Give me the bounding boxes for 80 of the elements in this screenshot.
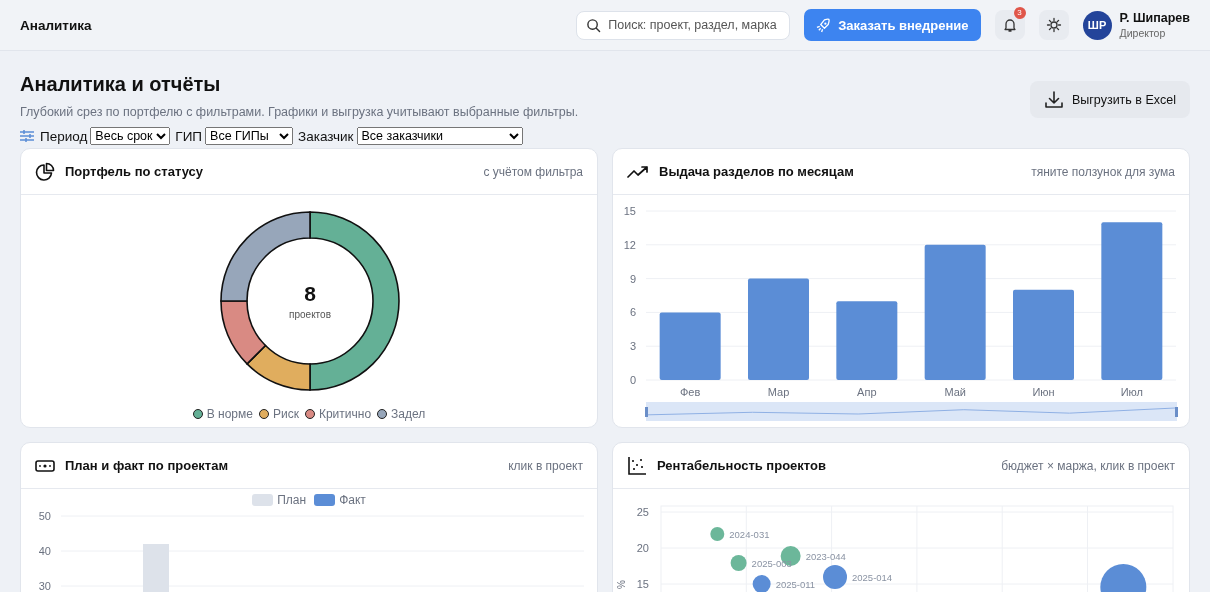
y-axis-title: % (616, 580, 627, 589)
search-icon (586, 17, 602, 33)
export-button[interactable]: Выгрузить в Excel (1029, 81, 1190, 118)
card-hint: тяните ползунок для зума (1031, 164, 1175, 179)
filter-label: Заказчик (298, 128, 354, 144)
legend-label[interactable]: Критично (318, 407, 372, 421)
legend-label[interactable]: Задел (391, 407, 426, 421)
bell-icon (1001, 17, 1018, 33)
bubble-label: 2024-031 (729, 529, 770, 540)
filter-select[interactable]: Все ГИПы (205, 127, 294, 145)
bubble-label: 2025-011 (775, 579, 816, 590)
rocket-icon (816, 17, 832, 33)
x-axis-label: Май (944, 386, 966, 398)
filter-select[interactable]: Весь срок (90, 127, 171, 145)
bubble[interactable] (752, 575, 771, 592)
y-axis-label: 15 (636, 578, 649, 590)
chart-bar[interactable] (836, 301, 898, 380)
app-title: Аналитика (20, 17, 92, 33)
sun-icon (1045, 17, 1062, 33)
donut-segment[interactable] (246, 344, 311, 391)
card-hint: бюджет × маржа, клик в проект (1001, 458, 1175, 473)
bubble-label: 2025-003 (751, 558, 792, 569)
x-axis-label: Июл (1120, 386, 1143, 398)
search-field[interactable]: Поиск: проект, раздел, марка (576, 10, 791, 40)
y-axis-label: 3 (629, 340, 636, 353)
donut-total: 8 (304, 282, 316, 305)
donut-caption: проектов (289, 309, 331, 320)
bubble[interactable] (1100, 564, 1147, 592)
x-axis-label: Июн (1032, 386, 1055, 398)
pie-chart-icon (35, 161, 55, 182)
y-axis-label: 15 (623, 205, 636, 217)
user-avatar[interactable]: ШР (1082, 10, 1112, 40)
donut-segment[interactable] (220, 300, 267, 365)
filter-sliders-icon (20, 130, 34, 142)
download-icon (1043, 89, 1064, 110)
bubble[interactable] (823, 565, 847, 589)
y-axis-label: 50 (38, 510, 51, 522)
card-title: Портфель по статусу (65, 164, 203, 179)
bubble[interactable] (710, 527, 725, 541)
card-title: Выдача разделов по месяцам (659, 164, 854, 179)
bubble-label: 2023-044 (805, 551, 846, 562)
x-axis-label: Фев (680, 386, 701, 398)
notification-badge: 3 (1013, 7, 1026, 19)
x-axis-label: Апр (857, 386, 877, 398)
card-title: Рентабельность проектов (657, 458, 826, 473)
order-button[interactable]: Заказать внедрение (804, 9, 981, 41)
banknote-icon (35, 459, 55, 472)
user-role: Директор (1119, 27, 1167, 39)
y-axis-label: 9 (629, 272, 636, 285)
page-title: Аналитика и отчёты (20, 73, 222, 96)
chart-bar[interactable] (1101, 222, 1163, 380)
y-axis-label: 40 (38, 545, 51, 557)
filter-select[interactable]: Все заказчики (356, 127, 523, 145)
legend-label[interactable]: В норме (206, 407, 253, 421)
trend-up-icon (627, 164, 649, 179)
y-axis-label: 12 (623, 238, 636, 251)
y-axis-label: 30 (38, 580, 51, 592)
page-subtitle: Глубокий срез по портфелю с фильтрами. Графики и выгрузка учитывают выбранные фильтры. (20, 105, 579, 119)
card-title: План и факт по проектам (65, 458, 229, 473)
card-hint: с учётом фильтра (483, 164, 583, 179)
y-axis-label: 0 (629, 374, 636, 386)
filter-label: Период (40, 128, 88, 144)
legend-label[interactable]: План (277, 493, 307, 507)
legend-label[interactable]: Риск (272, 407, 299, 421)
notifications-button[interactable]: 3 (994, 10, 1025, 40)
filter-label: ГИП (175, 128, 203, 144)
scatter-plot-icon (627, 455, 647, 476)
chart-bar[interactable] (659, 312, 721, 380)
y-axis-label: 6 (629, 306, 636, 319)
legend-label[interactable]: Факт (339, 493, 366, 507)
card-hint: клик в проект (508, 458, 583, 473)
y-axis-label: 25 (636, 506, 649, 518)
chart-bar[interactable] (924, 244, 986, 380)
y-axis-label: 20 (636, 542, 649, 554)
x-axis-label: Мар (767, 386, 790, 398)
bubble-label: 2025-014 (852, 572, 893, 583)
bubble[interactable] (730, 555, 747, 571)
zoom-slider[interactable] (645, 402, 1178, 421)
theme-toggle[interactable] (1038, 10, 1069, 40)
user-name: Р. Шипарев (1119, 11, 1190, 25)
